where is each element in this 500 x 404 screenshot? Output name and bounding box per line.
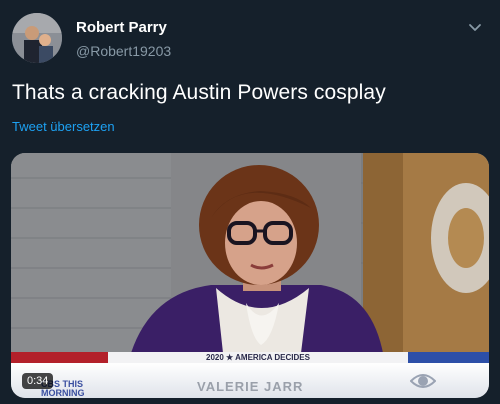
author-name[interactable]: Robert Parry <box>76 19 167 36</box>
chevron-down-icon[interactable] <box>466 18 484 36</box>
banner-blue-segment <box>408 352 489 363</box>
author-handle[interactable]: @Robert19203 <box>76 43 171 59</box>
video-player[interactable]: 2020 ★ AMERICA DECIDES CBS THIS MORNING … <box>11 153 489 398</box>
translate-link[interactable]: Tweet übersetzen <box>12 119 115 134</box>
banner-text: 2020 ★ AMERICA DECIDES <box>108 352 408 363</box>
cbs-eye-icon <box>409 371 437 391</box>
banner-red-segment <box>11 352 108 363</box>
show-logo-line2: MORNING <box>41 388 85 398</box>
avatar[interactable] <box>12 13 62 63</box>
nameplate-text: VALERIE JARR <box>197 379 304 394</box>
video-duration-badge: 0:34 <box>22 373 54 389</box>
tweet-text: Thats a cracking Austin Powers cosplay <box>12 81 386 104</box>
